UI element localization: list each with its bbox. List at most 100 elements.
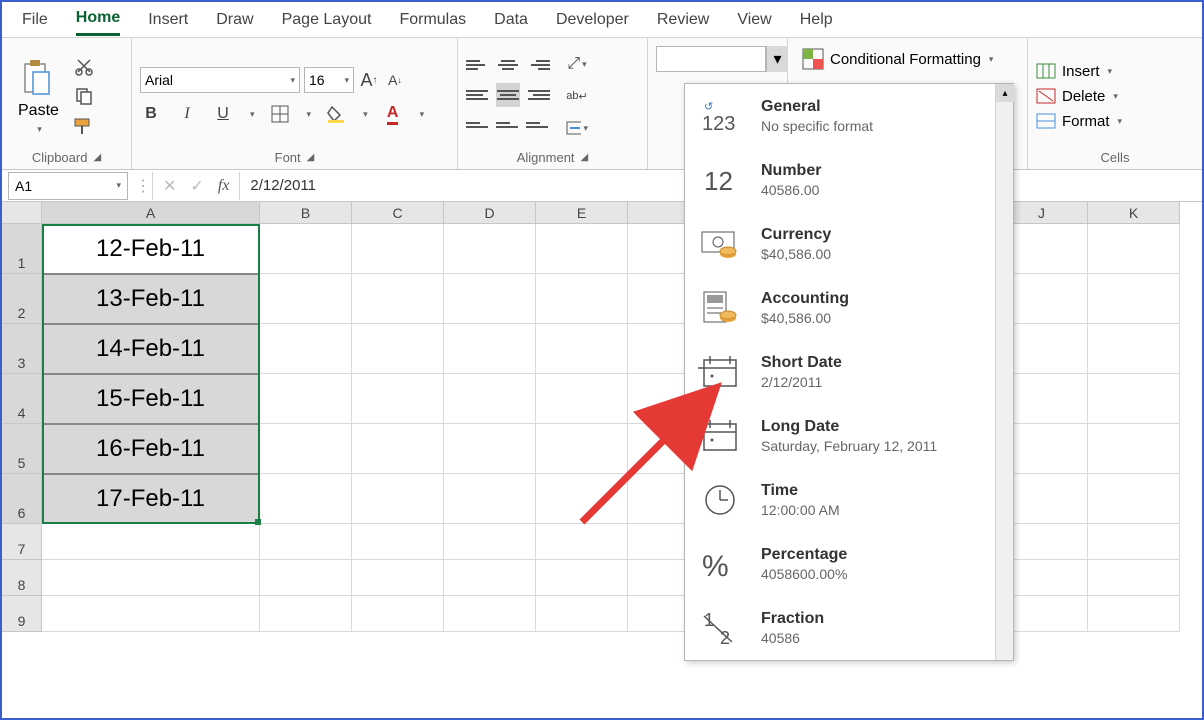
cell[interactable] — [444, 274, 536, 324]
italic-button[interactable]: I — [176, 103, 198, 125]
scroll-up-icon[interactable]: ▴ — [996, 84, 1014, 102]
cell[interactable] — [352, 224, 444, 274]
col-header-k[interactable]: K — [1088, 202, 1180, 224]
cell[interactable] — [352, 560, 444, 596]
format-painter-icon[interactable] — [73, 115, 95, 137]
font-family-select[interactable]: Arial▾ — [140, 67, 300, 93]
col-header-c[interactable]: C — [352, 202, 444, 224]
cell[interactable] — [536, 224, 628, 274]
fill-color-button[interactable] — [325, 103, 347, 125]
tab-draw[interactable]: Draw — [216, 5, 253, 35]
tab-data[interactable]: Data — [494, 5, 528, 35]
cell[interactable] — [352, 374, 444, 424]
format-option-fraction[interactable]: 12Fraction40586 — [685, 596, 1013, 660]
borders-button[interactable] — [269, 103, 291, 125]
tab-formulas[interactable]: Formulas — [399, 5, 466, 35]
cell[interactable]: 17-Feb-11 — [42, 474, 260, 524]
cell[interactable] — [352, 474, 444, 524]
cell[interactable] — [1088, 274, 1180, 324]
cell[interactable] — [1088, 474, 1180, 524]
cell[interactable] — [444, 524, 536, 560]
cell[interactable] — [536, 524, 628, 560]
tab-insert[interactable]: Insert — [148, 5, 188, 35]
bold-button[interactable]: B — [140, 103, 162, 125]
cell[interactable]: 13-Feb-11 — [42, 274, 260, 324]
cell[interactable]: 14-Feb-11 — [42, 324, 260, 374]
orientation-button[interactable]: ⤢▾ — [566, 53, 588, 75]
col-header-e[interactable]: E — [536, 202, 628, 224]
cell[interactable] — [536, 474, 628, 524]
tab-home[interactable]: Home — [76, 3, 120, 36]
font-launcher-icon[interactable]: ◢ — [307, 152, 315, 163]
format-option-general[interactable]: ↺123GeneralNo specific format — [685, 84, 1013, 148]
increase-font-icon[interactable]: A↑ — [358, 69, 380, 91]
cell[interactable] — [536, 596, 628, 632]
cut-icon[interactable] — [73, 55, 95, 77]
insert-cells-button[interactable]: Insert▾ — [1036, 63, 1122, 80]
format-option-currency[interactable]: Currency$40,586.00 — [685, 212, 1013, 276]
row-header[interactable]: 5 — [2, 424, 42, 474]
tab-review[interactable]: Review — [657, 5, 709, 35]
wrap-text-button[interactable]: ab↵ — [566, 85, 588, 107]
tab-help[interactable]: Help — [800, 5, 833, 35]
alignment-launcher-icon[interactable]: ◢ — [581, 152, 589, 163]
cell[interactable] — [1088, 374, 1180, 424]
cancel-formula-icon[interactable]: ✕ — [163, 176, 176, 196]
cell[interactable] — [260, 374, 352, 424]
cell[interactable] — [1088, 224, 1180, 274]
cell[interactable] — [1088, 324, 1180, 374]
cell[interactable] — [444, 474, 536, 524]
number-format-select[interactable] — [656, 46, 766, 72]
dropdown-scrollbar[interactable]: ▴ — [995, 84, 1013, 660]
cell[interactable] — [260, 524, 352, 560]
fx-icon[interactable]: fx — [218, 177, 230, 195]
cell[interactable] — [260, 424, 352, 474]
row-header[interactable]: 4 — [2, 374, 42, 424]
cell[interactable] — [536, 374, 628, 424]
decrease-font-icon[interactable]: A↓ — [384, 69, 406, 91]
cell[interactable]: 16-Feb-11 — [42, 424, 260, 474]
col-header-b[interactable]: B — [260, 202, 352, 224]
tab-page-layout[interactable]: Page Layout — [282, 5, 372, 35]
cell[interactable] — [260, 224, 352, 274]
copy-icon[interactable] — [73, 85, 95, 107]
cell[interactable] — [444, 424, 536, 474]
cell[interactable] — [352, 524, 444, 560]
cell[interactable] — [352, 424, 444, 474]
row-header[interactable]: 8 — [2, 560, 42, 596]
cell[interactable] — [444, 324, 536, 374]
format-cells-button[interactable]: Format▾ — [1036, 113, 1122, 130]
col-header-a[interactable]: A — [42, 202, 260, 224]
cell[interactable] — [444, 596, 536, 632]
row-header[interactable]: 6 — [2, 474, 42, 524]
cell[interactable] — [1088, 424, 1180, 474]
cell[interactable] — [444, 374, 536, 424]
cell[interactable] — [260, 596, 352, 632]
row-header[interactable]: 9 — [2, 596, 42, 632]
cell[interactable] — [260, 474, 352, 524]
cell[interactable] — [260, 274, 352, 324]
row-header[interactable]: 7 — [2, 524, 42, 560]
format-option-long-date[interactable]: Long DateSaturday, February 12, 2011 — [685, 404, 1013, 468]
cell[interactable] — [42, 596, 260, 632]
format-option-number[interactable]: 12Number40586.00 — [685, 148, 1013, 212]
cell[interactable] — [444, 224, 536, 274]
tab-view[interactable]: View — [737, 5, 771, 35]
accept-formula-icon[interactable]: ✓ — [190, 176, 203, 196]
format-option-time[interactable]: Time12:00:00 AM — [685, 468, 1013, 532]
cell[interactable] — [352, 596, 444, 632]
font-size-select[interactable]: 16▾ — [304, 67, 354, 93]
cell[interactable] — [1088, 596, 1180, 632]
cell[interactable] — [42, 560, 260, 596]
number-format-caret-icon[interactable]: ▾ — [766, 46, 788, 72]
select-all-corner[interactable] — [2, 202, 42, 224]
cell[interactable] — [1088, 560, 1180, 596]
row-header[interactable]: 1 — [2, 224, 42, 274]
format-option-short-date[interactable]: Short Date2/12/2011 — [685, 340, 1013, 404]
format-option-accounting[interactable]: Accounting$40,586.00 — [685, 276, 1013, 340]
cell[interactable]: 12-Feb-11 — [42, 224, 260, 274]
alignment-grid[interactable] — [466, 53, 550, 139]
cell[interactable] — [536, 560, 628, 596]
col-header-d[interactable]: D — [444, 202, 536, 224]
tab-file[interactable]: File — [22, 5, 48, 35]
